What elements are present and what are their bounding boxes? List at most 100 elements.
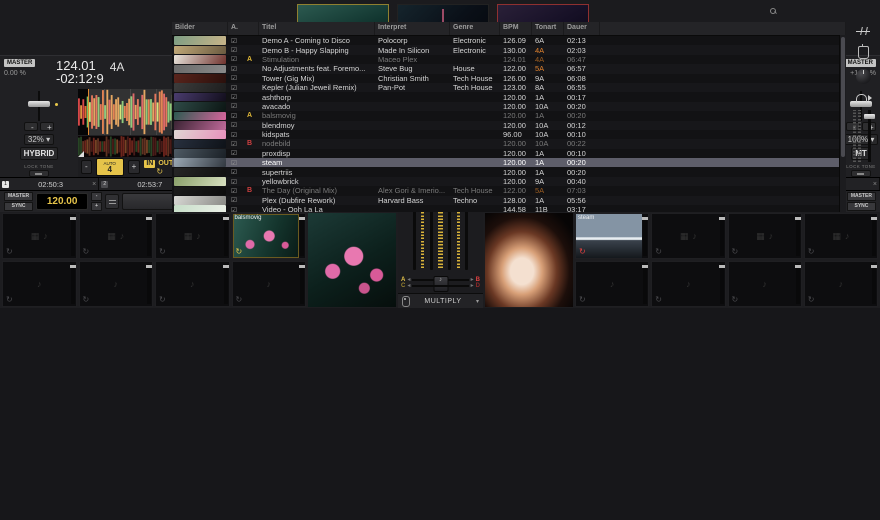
track-checkbox[interactable]: ☑ xyxy=(228,37,244,45)
tempo-plus-button[interactable]: + xyxy=(40,122,54,131)
sample-slot[interactable]: ♪↻ xyxy=(651,261,725,307)
track-row[interactable]: ☑Demo A - Coming to DiscoPolocorpElectro… xyxy=(172,36,846,45)
track-row[interactable]: ☑proxdisp120.001A00:10 xyxy=(172,149,846,158)
headphones-icon[interactable] xyxy=(855,94,873,102)
sample-volume-slider[interactable] xyxy=(300,264,304,304)
key-lock-button[interactable] xyxy=(29,170,49,178)
sample-slot[interactable]: ♪↻ xyxy=(232,261,307,307)
track-checkbox[interactable]: ☑ xyxy=(228,159,244,167)
track-checkbox[interactable]: ☑ xyxy=(228,55,244,63)
track-checkbox[interactable]: ☑ xyxy=(228,112,244,120)
track-row[interactable]: ☑supertriis120.001A00:20 xyxy=(172,167,846,176)
track-row[interactable]: ☑AStimulationMaceo Plex124.014A06:47 xyxy=(172,55,846,64)
crossfader-handle[interactable]: ♪ xyxy=(433,276,448,292)
sample-volume-slider[interactable] xyxy=(796,264,800,304)
track-row[interactable]: ☑yellowbrick120.009A00:40 xyxy=(172,177,846,186)
track-checkbox[interactable]: ☑ xyxy=(228,46,244,54)
xfade-assign-d[interactable]: D xyxy=(476,283,480,289)
quantize-button[interactable] xyxy=(105,194,119,209)
sample-slot[interactable]: ▦♪↻ xyxy=(728,213,802,259)
scrollbar-thumb[interactable] xyxy=(841,37,845,157)
view-mode-button[interactable]: HYBRID xyxy=(20,147,59,160)
sample-slot[interactable]: ♪↻ xyxy=(2,261,77,307)
track-row[interactable]: ☑avacado120.0010A00:20 xyxy=(172,102,846,111)
sample-volume-slider[interactable] xyxy=(224,216,228,256)
track-checkbox[interactable]: ☑ xyxy=(228,168,244,176)
column-header-tonart[interactable]: Tonart xyxy=(532,22,564,35)
sample-slot[interactable]: ▦♪↻ xyxy=(155,213,230,259)
track-row[interactable]: ☑Video - Ooh La La144.5811B03:17 xyxy=(172,205,846,212)
track-checkbox[interactable]: ☑ xyxy=(228,121,244,129)
sample-volume-slider[interactable] xyxy=(643,216,647,256)
sample-slot[interactable]: ▦♪↻ xyxy=(2,213,77,259)
tempo-minus-button[interactable]: - xyxy=(24,122,38,131)
track-checkbox[interactable]: ☑ xyxy=(228,74,244,82)
loop-smaller-button[interactable]: - xyxy=(81,160,92,174)
sample-volume-slider[interactable] xyxy=(872,264,876,304)
sync-button[interactable]: SYNC xyxy=(4,202,33,211)
sample-volume-slider[interactable] xyxy=(71,264,75,304)
zoom-dropdown[interactable]: 32% ▾ xyxy=(24,134,54,145)
track-checkbox[interactable]: ☑ xyxy=(228,140,244,148)
column-header-genre[interactable]: Genre xyxy=(450,22,500,35)
master-badge[interactable]: MASTER xyxy=(845,59,876,67)
tempo-plus-button[interactable]: + xyxy=(91,202,102,211)
track-row[interactable]: ☑Tower (Gig Mix)Christian SmithTech Hous… xyxy=(172,74,846,83)
sample-volume-slider[interactable] xyxy=(71,216,75,256)
track-checkbox[interactable]: ☑ xyxy=(228,102,244,110)
sample-volume-slider[interactable] xyxy=(224,264,228,304)
sample-volume-slider[interactable] xyxy=(796,216,800,256)
track-row[interactable]: ☑No Adjustments feat. Foremo...Steve Bug… xyxy=(172,64,846,73)
track-checkbox[interactable]: ☑ xyxy=(228,196,244,204)
sample-slot[interactable]: steam↻ xyxy=(575,213,649,259)
track-row[interactable]: ☑Abalsmovig120.001A00:20 xyxy=(172,111,846,120)
column-header-interpret[interactable]: Interpret xyxy=(375,22,450,35)
video-blend-mode[interactable]: MULTIPLY ▾ xyxy=(398,293,483,308)
sample-slot[interactable]: ♪↻ xyxy=(155,261,230,307)
loop-icon[interactable]: ↻ xyxy=(156,168,163,175)
sample-slot[interactable]: ▦♪↻ xyxy=(651,213,725,259)
track-row[interactable]: ☑steam120.001A00:20 xyxy=(172,158,846,167)
scrollbar[interactable] xyxy=(839,35,846,212)
column-header-a[interactable]: A. xyxy=(228,22,259,35)
cue-delete-icon[interactable]: × xyxy=(92,181,96,188)
sample-slot[interactable]: ▦♪↻ xyxy=(804,213,878,259)
sample-volume-slider[interactable] xyxy=(720,264,724,304)
sample-slot[interactable]: ♪↻ xyxy=(804,261,878,307)
track-checkbox[interactable]: ☑ xyxy=(228,93,244,101)
track-row[interactable]: ☑ashthorp120.001A00:17 xyxy=(172,92,846,101)
track-row[interactable]: ☑Bnodebild120.0010A00:22 xyxy=(172,139,846,148)
sample-slot[interactable]: ▦♪↻ xyxy=(79,213,154,259)
track-checkbox[interactable]: ☑ xyxy=(228,65,244,73)
auto-loop-size[interactable]: AUTO 4 xyxy=(96,158,124,176)
track-row[interactable]: ☑kidspats96.0010A00:10 xyxy=(172,130,846,139)
xfade-assign-c[interactable]: C xyxy=(401,283,405,289)
sample-slot[interactable]: ♪↻ xyxy=(575,261,649,307)
track-row[interactable]: ☑blendmoy120.0010A00:12 xyxy=(172,121,846,130)
master-button[interactable]: MASTER xyxy=(4,192,33,201)
track-checkbox[interactable]: ☑ xyxy=(228,206,244,212)
tempo-minus-button[interactable]: - xyxy=(91,192,102,201)
loop-larger-button[interactable]: + xyxy=(128,160,141,174)
track-checkbox[interactable]: ☑ xyxy=(228,84,244,92)
sample-volume-slider[interactable] xyxy=(720,216,724,256)
track-checkbox[interactable]: ☑ xyxy=(228,131,244,139)
track-row[interactable]: ☑Demo B - Happy SlappingMade In SiliconE… xyxy=(172,45,846,54)
track-row[interactable]: ☑BThe Day (Original Mix)Alex Gori & Imer… xyxy=(172,186,846,195)
track-checkbox[interactable]: ☑ xyxy=(228,178,244,186)
column-header-titel[interactable]: Titel xyxy=(259,22,375,35)
track-checkbox[interactable]: ☑ xyxy=(228,149,244,157)
sample-slot[interactable]: ♪↻ xyxy=(79,261,154,307)
sample-slot[interactable]: ♪↻ xyxy=(728,261,802,307)
crossfader-track[interactable]: ♪ xyxy=(412,277,468,289)
sample-volume-slider[interactable] xyxy=(147,264,151,304)
sample-slot[interactable]: balsmovig↻ xyxy=(232,213,307,259)
sample-volume-slider[interactable] xyxy=(643,264,647,304)
tempo-fader[interactable] xyxy=(26,91,52,119)
column-header-bpm[interactable]: BPM xyxy=(500,22,532,35)
column-header-bilder[interactable]: Bilder xyxy=(172,22,228,35)
blend-toggle-icon[interactable] xyxy=(402,296,410,307)
sample-volume-slider[interactable] xyxy=(147,216,151,256)
track-checkbox[interactable]: ☑ xyxy=(228,187,244,195)
preview-volume-handle[interactable] xyxy=(864,114,875,119)
